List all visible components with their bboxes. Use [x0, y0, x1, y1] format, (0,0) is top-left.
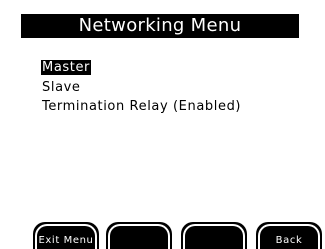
back-softkey[interactable]: Back — [256, 222, 322, 249]
menu-item-slave[interactable]: Slave — [41, 80, 82, 95]
softkey-3[interactable] — [181, 222, 247, 249]
menu-item-master[interactable]: Master — [41, 60, 91, 75]
exit-menu-softkey[interactable]: Exit Menu — [33, 222, 99, 249]
exit-menu-softkey-label: Exit Menu — [38, 235, 94, 246]
menu-item-termination-relay[interactable]: Termination Relay (Enabled) — [41, 99, 242, 114]
page-title: Networking Menu — [78, 15, 242, 36]
networking-menu-list: Master Slave Termination Relay (Enabled) — [41, 56, 242, 114]
menu-title-bar: Networking Menu — [21, 14, 299, 38]
back-softkey-label: Back — [275, 235, 303, 246]
softkey-2[interactable] — [106, 222, 172, 249]
